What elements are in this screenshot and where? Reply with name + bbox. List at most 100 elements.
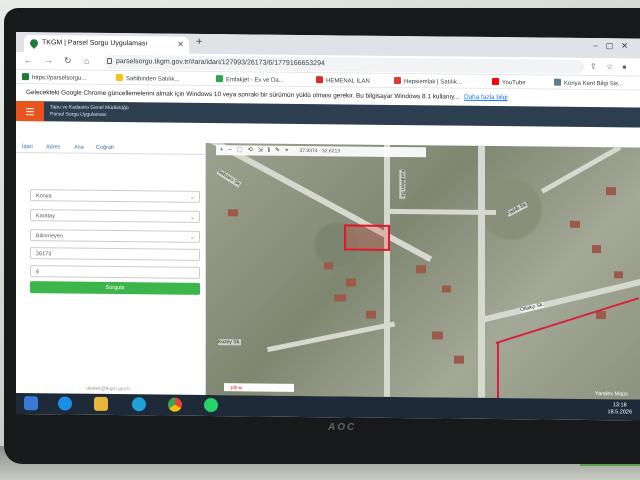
bookmark-favicon-icon bbox=[316, 76, 323, 84]
selected-parcel-outline[interactable] bbox=[344, 224, 390, 251]
lock-icon bbox=[107, 57, 112, 65]
building bbox=[614, 271, 623, 279]
street-label: Fadıllı Sk. bbox=[505, 201, 529, 218]
neighborhood-value: Bilinmeyen bbox=[36, 233, 63, 240]
back-arrow-icon[interactable]: ← bbox=[24, 55, 33, 65]
tab-cografi[interactable]: Coğrafi bbox=[96, 145, 114, 151]
map-tool-buttons[interactable]: +−⬚⟲⇲ℹ✎⌖ bbox=[220, 147, 293, 154]
boundary-line bbox=[495, 297, 639, 344]
tab-ana[interactable]: Ana bbox=[74, 145, 84, 151]
road bbox=[478, 145, 485, 398]
map-tool-icon[interactable]: ℹ bbox=[268, 148, 275, 154]
query-panel: İdari Adres Ana Coğrafi Konya ⌄ Karatay … bbox=[16, 141, 206, 395]
building bbox=[334, 294, 346, 302]
building bbox=[596, 311, 606, 320]
province-select[interactable]: Konya ⌄ bbox=[30, 189, 200, 203]
new-tab-button[interactable]: + bbox=[196, 36, 202, 48]
bookmark-label: Hepsiemlak | Satılık... bbox=[404, 79, 462, 86]
street-label: Kuzey Sk. bbox=[218, 339, 241, 346]
home-icon[interactable]: ⌂ bbox=[84, 56, 89, 66]
block-input[interactable]: 26173 bbox=[30, 247, 200, 261]
building bbox=[570, 220, 580, 228]
bookmark-favicon-icon bbox=[116, 74, 123, 82]
bookmark-item[interactable]: YouTube bbox=[492, 77, 526, 87]
org-title: Tapu ve Kadastro Genel Müdürlüğü Parsel … bbox=[50, 104, 129, 119]
org-line-2: Parsel Sorgu Uygulaması bbox=[50, 111, 107, 118]
building bbox=[324, 262, 333, 270]
monitor-bezel: TKGM | Parsel Sorgu Uygulaması ✕ + –▢✕ ←… bbox=[4, 8, 640, 464]
building bbox=[366, 310, 376, 319]
whatsapp-icon[interactable] bbox=[204, 397, 218, 413]
building bbox=[228, 209, 238, 217]
road bbox=[206, 142, 433, 263]
tab-idari[interactable]: İdari bbox=[22, 144, 33, 150]
map-tool-icon[interactable]: + bbox=[220, 147, 229, 153]
chevron-down-icon: ⌄ bbox=[189, 194, 195, 201]
bookmark-item[interactable]: https://parselsorgu... bbox=[22, 73, 86, 82]
profile-icon[interactable]: ● bbox=[622, 62, 627, 71]
map-attribution: Yandex Maps bbox=[594, 391, 628, 398]
monitor-logo: AOC bbox=[328, 422, 357, 433]
bookmark-item[interactable]: Emlakjet - Ev ve Da... bbox=[216, 75, 284, 84]
map-view[interactable]: Sebzeci Sk. Kuzey Sk. Kardelen Sk. Fadıl… bbox=[206, 142, 640, 400]
bookmark-label: https://parselsorgu... bbox=[32, 75, 87, 82]
road bbox=[384, 144, 390, 397]
tab-adres[interactable]: Adres bbox=[46, 144, 60, 150]
bookmark-item[interactable]: HEMENAL İLAN bbox=[316, 76, 370, 85]
banner-learn-more-link[interactable]: Daha fazla bilgi bbox=[464, 94, 508, 101]
taskbar-clock[interactable]: 13:18 18.5.2026 bbox=[608, 402, 632, 416]
clock-date: 18.5.2026 bbox=[607, 409, 632, 416]
bookmark-favicon-icon bbox=[216, 75, 223, 83]
internet-explorer-icon[interactable] bbox=[58, 396, 72, 411]
bookmark-label: YouTube bbox=[502, 80, 526, 87]
scale-label: 100 m bbox=[230, 385, 243, 391]
file-explorer-icon[interactable] bbox=[94, 396, 108, 411]
building bbox=[442, 285, 451, 293]
neighborhood-select[interactable]: Bilinmeyen ⌄ bbox=[30, 229, 200, 243]
forward-arrow-icon[interactable]: → bbox=[44, 55, 53, 65]
building bbox=[346, 278, 356, 287]
hamburger-menu-button[interactable] bbox=[16, 101, 44, 122]
road bbox=[477, 275, 640, 324]
menu-line bbox=[26, 114, 34, 116]
bookmark-item[interactable]: Sahibinden Satılık... bbox=[116, 74, 179, 83]
bookmark-label: Sahibinden Satılık... bbox=[126, 76, 180, 83]
window-controls[interactable]: –▢✕ bbox=[593, 41, 636, 50]
bookmark-label: Konya Kent Bilgi Sis... bbox=[564, 80, 624, 88]
boundary-line bbox=[497, 343, 499, 400]
screen: TKGM | Parsel Sorgu Uygulaması ✕ + –▢✕ ←… bbox=[16, 32, 640, 421]
close-icon[interactable]: ✕ bbox=[177, 40, 184, 49]
parcel-input[interactable]: 6 bbox=[30, 265, 200, 279]
map-tool-icon[interactable]: ⌖ bbox=[285, 148, 293, 154]
query-button[interactable]: Sorgula bbox=[30, 281, 200, 295]
district-select[interactable]: Karatay ⌄ bbox=[30, 209, 200, 223]
edge-icon[interactable] bbox=[132, 397, 146, 412]
map-tool-icon[interactable]: ✎ bbox=[275, 148, 285, 154]
windows-start-icon[interactable] bbox=[24, 396, 38, 411]
bookmark-item[interactable]: Konya Kent Bilgi Sis... bbox=[554, 78, 624, 88]
map-pin-icon bbox=[28, 37, 40, 49]
map-tool-icon[interactable]: ⬚ bbox=[237, 147, 248, 153]
parcel-value: 6 bbox=[36, 269, 40, 276]
bookmark-label: Emlakjet - Ev ve Da... bbox=[226, 77, 284, 84]
map-tool-icon[interactable]: ⟲ bbox=[248, 147, 258, 153]
reload-icon[interactable]: ↻ bbox=[64, 56, 72, 67]
map-tool-icon[interactable]: − bbox=[229, 147, 238, 153]
chevron-down-icon: ⌄ bbox=[189, 234, 195, 241]
map-toolbar: +−⬚⟲⇲ℹ✎⌖ 37.9374 · 32.6213 bbox=[216, 145, 426, 158]
tab-parsel-sorgu[interactable]: TKGM | Parsel Sorgu Uygulaması ✕ bbox=[24, 35, 189, 54]
bookmark-favicon-icon bbox=[394, 76, 401, 85]
bookmark-favicon-icon bbox=[554, 78, 561, 86]
support-email: destek@tkgm.gov.tr bbox=[86, 385, 131, 393]
street-label: Sebzeci Sk. bbox=[216, 168, 242, 188]
map-tool-icon[interactable]: ⇲ bbox=[258, 148, 268, 154]
bookmark-favicon-icon bbox=[492, 77, 499, 86]
url-text: parselsorgu.tkgm.gov.tr/#ara/idari/12799… bbox=[116, 58, 325, 68]
bookmark-item[interactable]: Hepsiemlak | Satılık... bbox=[394, 76, 462, 86]
menu-line bbox=[26, 111, 34, 113]
chrome-icon[interactable] bbox=[168, 397, 182, 412]
road bbox=[386, 208, 496, 216]
share-icon[interactable]: ⇪ bbox=[590, 62, 597, 71]
bookmark-star-icon[interactable]: ☆ bbox=[606, 62, 613, 71]
bookmark-label: HEMENAL İLAN bbox=[326, 78, 370, 85]
